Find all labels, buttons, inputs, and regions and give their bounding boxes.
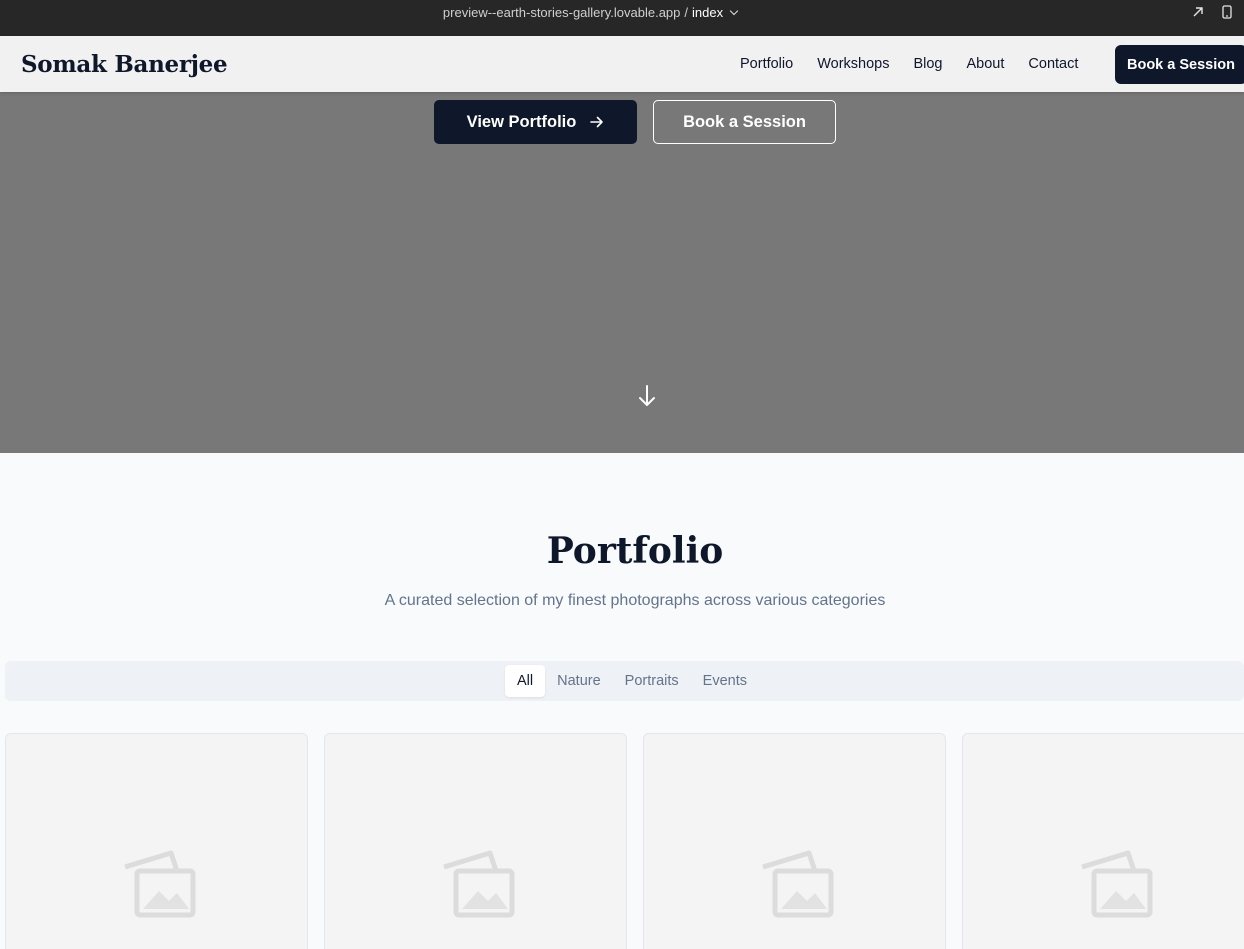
filter-tab-portraits[interactable]: Portraits xyxy=(613,665,691,697)
view-portfolio-label: View Portfolio xyxy=(466,112,577,131)
nav-link-blog[interactable]: Blog xyxy=(913,56,942,72)
nav-book-session-button[interactable]: Book a Session xyxy=(1115,45,1244,84)
filter-tab-all[interactable]: All xyxy=(505,665,546,697)
nav-link-workshops[interactable]: Workshops xyxy=(817,56,889,72)
external-link-icon[interactable] xyxy=(1191,5,1205,19)
hero-book-session-button[interactable]: Book a Session xyxy=(653,100,836,144)
hero-book-session-label: Book a Session xyxy=(683,112,806,131)
nav-links: Portfolio Workshops Blog About Contact xyxy=(740,36,1078,92)
image-placeholder-icon xyxy=(1081,850,1153,918)
arrow-down-icon[interactable] xyxy=(637,384,657,408)
gallery-card[interactable] xyxy=(324,733,627,949)
filter-tab-nature[interactable]: Nature xyxy=(545,665,613,697)
filter-tabs: All Nature Portraits Events xyxy=(505,665,759,697)
gallery-card[interactable] xyxy=(962,733,1244,949)
filter-tab-events[interactable]: Events xyxy=(691,665,759,697)
preview-bar: preview--earth-stories-gallery.lovable.a… xyxy=(0,0,1244,36)
image-placeholder-icon xyxy=(443,850,515,918)
nav-link-about[interactable]: About xyxy=(967,56,1005,72)
portfolio-subtitle: A curated selection of my finest photogr… xyxy=(384,592,886,609)
arrow-right-icon xyxy=(590,116,604,128)
chevron-down-icon[interactable] xyxy=(729,6,739,15)
gallery-card[interactable] xyxy=(643,733,946,949)
view-portfolio-button[interactable]: View Portfolio xyxy=(434,100,637,144)
preview-url[interactable]: preview--earth-stories-gallery.lovable.a… xyxy=(0,0,1180,25)
preview-page-name[interactable]: index xyxy=(692,5,723,20)
preview-separator: / xyxy=(684,5,689,20)
site-logo[interactable]: Somak Banerjee xyxy=(21,36,228,92)
image-placeholder-icon xyxy=(762,850,834,918)
portfolio-title: Portfolio xyxy=(546,530,724,572)
nav-link-portfolio[interactable]: Portfolio xyxy=(740,56,793,72)
gallery-card[interactable] xyxy=(5,733,308,949)
image-placeholder-icon xyxy=(124,850,196,918)
nav-link-contact[interactable]: Contact xyxy=(1028,56,1078,72)
hero-section xyxy=(0,36,1244,453)
navbar: Somak Banerjee Portfolio Workshops Blog … xyxy=(0,36,1244,92)
mobile-device-icon[interactable] xyxy=(1220,5,1234,19)
preview-host: preview--earth-stories-gallery.lovable.a… xyxy=(442,5,681,20)
